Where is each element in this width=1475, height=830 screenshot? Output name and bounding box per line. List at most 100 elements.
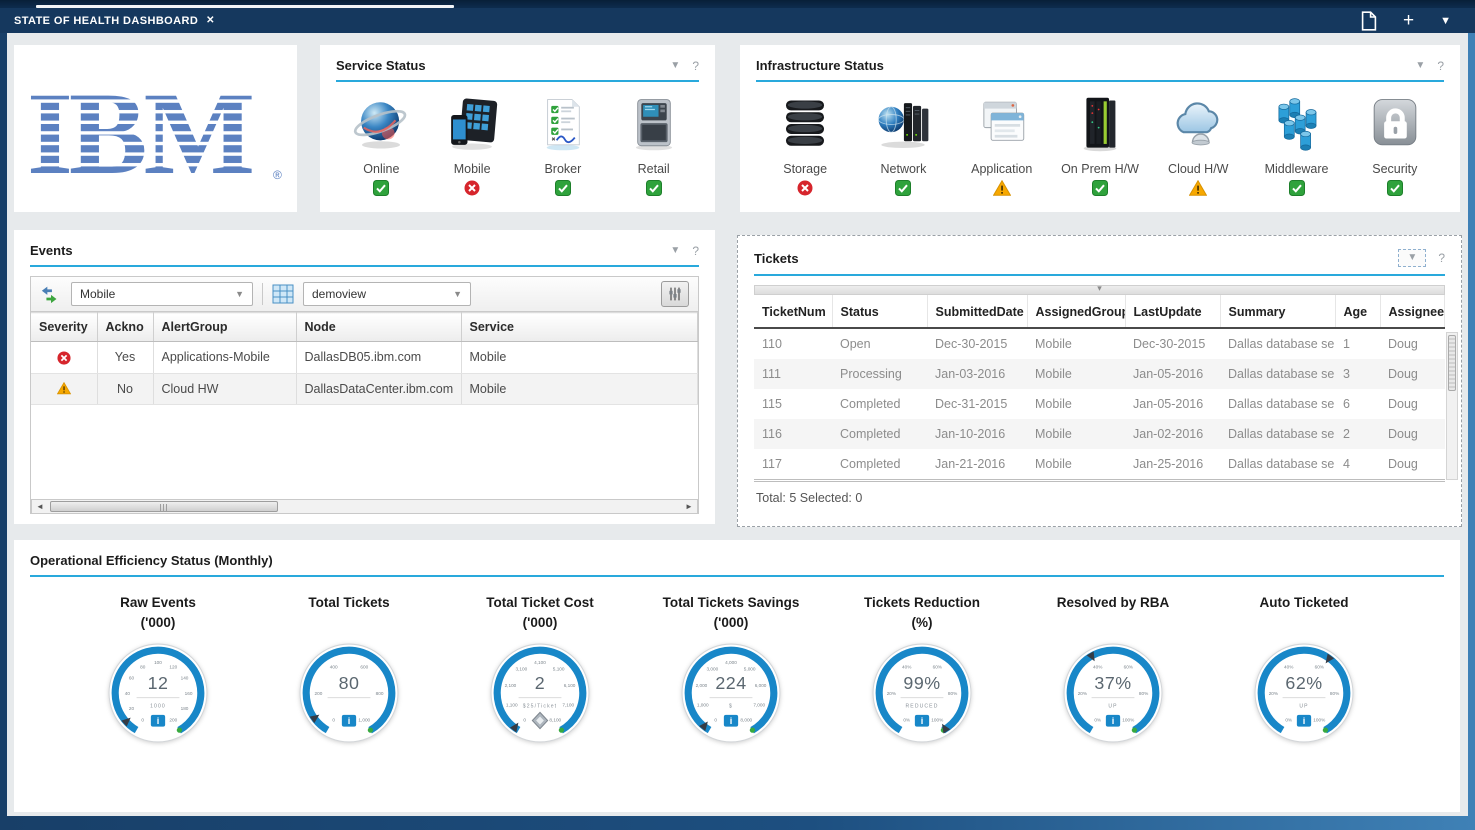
status-item-middleware[interactable]: Middleware [1252, 94, 1342, 196]
gauges-row: Raw Events('000) 02040608010012014016018… [30, 577, 1444, 745]
security-icon [1363, 94, 1427, 154]
ackno-cell: No [97, 373, 153, 405]
svg-text:140: 140 [181, 676, 189, 681]
ticket-cell-ticketnum: 116 [754, 419, 832, 449]
add-tab-icon[interactable] [1403, 11, 1414, 30]
tab-state-of-health[interactable]: STATE OF HEALTH DASHBOARD [14, 15, 215, 27]
column-header-node[interactable]: Node [296, 313, 461, 342]
status-label: Application [971, 162, 1032, 176]
svg-text:37%: 37% [1094, 673, 1131, 693]
ticket-cell-lastupdate: Jan-02-2016 [1125, 419, 1220, 449]
svg-text:100%: 100% [1313, 717, 1325, 722]
help-icon[interactable] [692, 59, 699, 73]
ticket-cell-assignee: Doug [1380, 449, 1445, 481]
svg-text:i: i [1303, 716, 1306, 726]
help-icon[interactable] [1438, 251, 1445, 265]
status-item-network[interactable]: Network [858, 94, 948, 196]
ticket-cell-ticketnum: 110 [754, 328, 832, 359]
gauge-title: Auto Ticketed [1259, 593, 1348, 633]
ticket-row[interactable]: 117CompletedJan-21-2016MobileJan-25-2016… [754, 449, 1445, 481]
svg-text:1000: 1000 [150, 703, 166, 709]
svg-text:7,000: 7,000 [753, 703, 765, 708]
column-header-severity[interactable]: Severity [31, 313, 97, 342]
column-header-age[interactable]: Age [1335, 295, 1380, 328]
column-header-ticketnum[interactable]: TicketNum [754, 295, 832, 328]
scrollbar-thumb[interactable] [1448, 335, 1456, 391]
panel-rule [754, 274, 1445, 276]
tab-menu-caret-icon[interactable] [1440, 15, 1451, 27]
collapse-caret-icon[interactable] [670, 61, 680, 71]
event-filter-select[interactable]: Mobile [71, 282, 253, 306]
status-item-cloud-h-w[interactable]: Cloud H/W [1153, 94, 1243, 196]
status-item-storage[interactable]: Storage [760, 94, 850, 196]
view-grid-icon[interactable] [272, 284, 294, 304]
gauge-tickets-reduction[interactable]: Tickets Reduction(%) 0%20%40%60%80%100% … [834, 593, 1010, 745]
ticket-cell-age: 4 [1335, 449, 1380, 481]
ticket-cell-assignedgroup: Mobile [1027, 328, 1125, 359]
status-item-retail[interactable]: Retail [609, 94, 699, 196]
ticket-row[interactable]: 111ProcessingJan-03-2016MobileJan-05-201… [754, 359, 1445, 389]
status-item-on-prem-h-w[interactable]: On Prem H/W [1055, 94, 1145, 196]
service-cell: Mobile [461, 342, 698, 374]
tab-title: STATE OF HEALTH DASHBOARD [14, 15, 198, 27]
tickets-vertical-scrollbar[interactable] [1446, 332, 1458, 480]
svg-text:0%: 0% [1094, 717, 1101, 722]
gauge-title: Total Tickets [308, 593, 389, 633]
new-page-icon[interactable] [1361, 11, 1377, 31]
column-header-status[interactable]: Status [832, 295, 927, 328]
collapse-caret-icon[interactable] [1398, 249, 1426, 267]
gauge-resolved-by-rba[interactable]: Resolved by RBA 0%20%40%60%80%100% 37% U… [1025, 593, 1201, 745]
ticket-row[interactable]: 116CompletedJan-10-2016MobileJan-02-2016… [754, 419, 1445, 449]
status-item-application[interactable]: Application [957, 94, 1047, 196]
event-filter-value: Mobile [80, 287, 115, 301]
events-panel: Events Mobile [14, 230, 715, 524]
gauge-total-tickets[interactable]: Total Tickets 02004006008001,000 80 i [261, 593, 437, 745]
svg-text:40%: 40% [1284, 664, 1293, 669]
column-header-submitteddate[interactable]: SubmittedDate [927, 295, 1027, 328]
help-icon[interactable] [1437, 59, 1444, 73]
column-header-assignee[interactable]: Assignee [1380, 295, 1445, 328]
status-item-broker[interactable]: Broker [518, 94, 608, 196]
scroll-right-icon[interactable] [681, 500, 697, 513]
column-header-service[interactable]: Service [461, 313, 698, 342]
gauge-total-ticket-cost[interactable]: Total Ticket Cost('000) 01,1002,1003,100… [452, 593, 628, 745]
column-header-lastupdate[interactable]: LastUpdate [1125, 295, 1220, 328]
svg-text:224: 224 [715, 673, 746, 693]
svg-text:$: $ [729, 703, 733, 709]
column-header-assignedgroup[interactable]: AssignedGroup [1027, 295, 1125, 328]
svg-text:8,100: 8,100 [549, 717, 561, 722]
svg-text:4,000: 4,000 [725, 660, 737, 665]
svg-text:0: 0 [141, 717, 144, 722]
tickets-filter-strip[interactable] [754, 285, 1445, 295]
status-item-online[interactable]: Online [336, 94, 426, 196]
tab-close-icon[interactable] [206, 15, 215, 26]
help-icon[interactable] [692, 244, 699, 258]
ticket-cell-status: Completed [832, 419, 927, 449]
ticket-cell-assignee: Doug [1380, 328, 1445, 359]
events-horizontal-scrollbar[interactable] [31, 499, 698, 514]
column-header-alertgroup[interactable]: AlertGroup [153, 313, 296, 342]
svg-text:4,100: 4,100 [534, 660, 546, 665]
scrollbar-thumb[interactable] [50, 501, 278, 512]
ticket-row[interactable]: 110OpenDec-30-2015MobileDec-30-2015Dalla… [754, 328, 1445, 359]
column-header-summary[interactable]: Summary [1220, 295, 1335, 328]
svg-text:1,000: 1,000 [697, 703, 709, 708]
event-settings-button[interactable] [661, 281, 689, 307]
svg-text:6,100: 6,100 [564, 683, 576, 688]
status-item-security[interactable]: Security [1350, 94, 1440, 196]
column-header-ackno[interactable]: Ackno [97, 313, 153, 342]
gauge-total-tickets-savings[interactable]: Total Tickets Savings('000) 01,0002,0003… [643, 593, 819, 745]
collapse-caret-icon[interactable] [1415, 61, 1425, 71]
event-transfer-icon[interactable] [40, 283, 62, 305]
gauge-raw-events[interactable]: Raw Events('000) 02040608010012014016018… [70, 593, 246, 745]
gauge-auto-ticketed[interactable]: Auto Ticketed 0%20%40%60%80%100% 62% UP … [1216, 593, 1392, 745]
collapse-caret-icon[interactable] [670, 246, 680, 256]
event-row[interactable]: YesApplications-MobileDallasDB05.ibm.com… [31, 342, 698, 374]
svg-text:80%: 80% [1139, 691, 1148, 696]
event-view-select[interactable]: demoview [303, 282, 471, 306]
event-row[interactable]: NoCloud HWDallasDataCenter.ibm.comMobile [31, 373, 698, 405]
ticket-row[interactable]: 115CompletedDec-31-2015MobileJan-05-2016… [754, 389, 1445, 419]
status-item-mobile[interactable]: Mobile [427, 94, 517, 196]
svg-text:20%: 20% [1078, 691, 1087, 696]
scroll-left-icon[interactable] [32, 500, 48, 513]
